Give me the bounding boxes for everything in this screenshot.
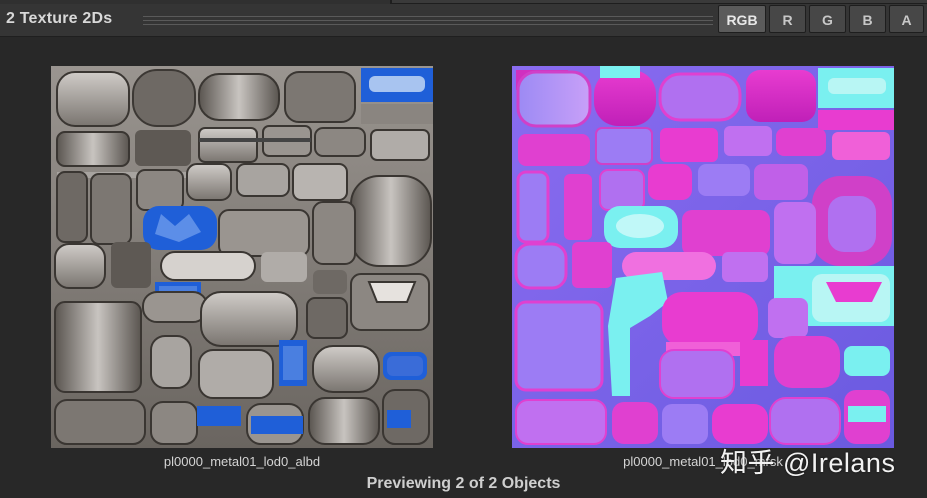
drag-grip[interactable] (143, 16, 713, 25)
albedo-texture-image (51, 66, 433, 448)
mask-texture-image (512, 66, 894, 448)
channel-a-button[interactable]: A (889, 5, 924, 33)
channel-r-button[interactable]: R (769, 5, 806, 33)
tab-edge-right (392, 0, 927, 3)
preview-header: 2 Texture 2Ds RGB R G B A (0, 4, 927, 37)
preview-title: 2 Texture 2Ds (6, 10, 113, 27)
channel-rgb-button[interactable]: RGB (718, 5, 766, 33)
channel-g-button[interactable]: G (809, 5, 846, 33)
watermark-text: 知乎 @Irelans (720, 448, 896, 478)
texture-preview-mask[interactable] (512, 66, 894, 448)
albedo-texture-label: pl0000_metal01_lod0_albd (163, 454, 321, 469)
texture-preview-albedo[interactable] (51, 66, 433, 448)
channel-b-button[interactable]: B (849, 5, 886, 33)
